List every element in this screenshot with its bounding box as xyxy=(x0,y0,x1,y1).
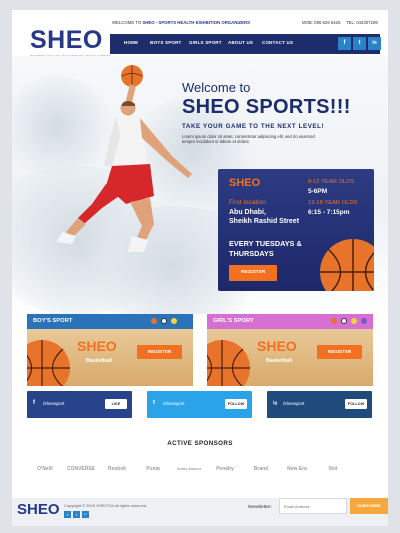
instagram-icon: ig xyxy=(273,400,277,405)
welcome-text: WELCOME TO SHEO - SPORTS HEALTH EXHIBITI… xyxy=(112,20,250,25)
facebook-icon[interactable]: f xyxy=(338,37,351,50)
sport-logo: SHEO xyxy=(77,338,117,354)
boys-sport-card[interactable]: BOY'S SPORT SHEO Basketball REGISTER xyxy=(27,314,193,386)
logo-text: SHEO xyxy=(30,26,103,54)
boys-sport-header: BOY'S SPORT xyxy=(27,314,193,329)
football-icon xyxy=(341,318,347,324)
linkedin-icon[interactable]: in xyxy=(82,511,89,518)
basketball-icon xyxy=(331,318,337,324)
football-icon xyxy=(161,318,167,324)
time-slot-2: 6:15 - 7:15pm xyxy=(308,209,350,216)
sport-label: Basketball xyxy=(86,358,112,364)
twitter-box: t /sheosport FOLLOW xyxy=(147,391,252,418)
schedule-card: SHEO 8-12 YEAR OLDS 5-6PM First location… xyxy=(218,169,374,291)
facebook-handle: /sheosport xyxy=(43,401,65,406)
nav-contact-us[interactable]: CONTACT US xyxy=(262,40,293,45)
facebook-like-button[interactable]: LIKE xyxy=(105,399,127,409)
girls-sport-title: GIRL'S SPORT xyxy=(213,318,254,324)
volleyball-icon xyxy=(351,318,357,324)
age-group-1: 8-12 YEAR OLDS xyxy=(308,179,355,185)
hero-title: SHEO SPORTS!!! xyxy=(182,96,351,118)
girls-sport-card[interactable]: GIRL'S SPORT SHEO Basketball REGISTER xyxy=(207,314,373,386)
sponsor-logo[interactable]: Puma xyxy=(138,462,168,476)
location-city: Abu Dhabi, xyxy=(229,209,266,216)
page: SHEO SPORTS HEALTH EXHIBITION ORGANIZERS… xyxy=(12,10,388,526)
basketball-icon xyxy=(27,340,70,386)
mobile-number: MOB: 055 626 6426 xyxy=(302,20,341,25)
basketball-icon xyxy=(320,239,374,291)
boys-register-button[interactable]: REGISTER xyxy=(137,345,182,359)
twitter-icon: t xyxy=(153,400,155,406)
subscribe-button[interactable]: SUBSCRIBE xyxy=(350,498,388,514)
nav-home[interactable]: HOME xyxy=(124,40,138,45)
facebook-icon[interactable]: f xyxy=(64,511,71,518)
girls-sport-body: SHEO Basketball REGISTER xyxy=(207,329,373,386)
basketball-icon xyxy=(207,340,250,386)
sponsor-logo[interactable]: Penalty xyxy=(210,462,240,476)
welcome-prefix: WELCOME TO xyxy=(112,20,142,25)
instagram-follow-button[interactable]: FOLLOW xyxy=(345,399,367,409)
badminton-icon xyxy=(361,318,367,324)
twitter-handle: /sheosport xyxy=(163,401,185,406)
copyright-text: Copyright © 2015 SHEOTM all rights reser… xyxy=(64,503,147,508)
sport-label: Basketball xyxy=(266,358,292,364)
sport-logo: SHEO xyxy=(257,338,297,354)
sponsor-logo[interactable]: Under Armour xyxy=(174,462,204,476)
hero-subtitle: TAKE YOUR GAME TO THE NEXT LEVEL! xyxy=(182,123,325,130)
sponsor-logo[interactable]: Reebok xyxy=(102,462,132,476)
telephone-number: TEL: 044307199 xyxy=(346,20,378,25)
sponsors-title: ACTIVE SPONSORS xyxy=(167,440,233,447)
footer-logo[interactable]: SHEO xyxy=(17,501,60,518)
sponsor-logo[interactable]: CONVERSE xyxy=(66,462,96,476)
sponsor-logo[interactable]: O'Neill xyxy=(30,462,60,476)
hero-description: Lorem ipsum dolor sit amet, consectetur … xyxy=(182,134,315,144)
welcome-brand: SHEO - SPORTS HEALTH EXHIBITION ORGANIZE… xyxy=(142,20,251,25)
nav-about-us[interactable]: ABOUT US xyxy=(228,40,253,45)
twitter-icon[interactable]: t xyxy=(73,511,80,518)
age-group-2: 13-18 YEAR OLDS xyxy=(308,200,358,206)
sponsor-logo[interactable]: Brand xyxy=(246,462,276,476)
footer: SHEO Copyright © 2015 SHEOTM all rights … xyxy=(12,498,388,526)
instagram-handle: /sheosport xyxy=(283,401,305,406)
girls-sport-header: GIRL'S SPORT xyxy=(207,314,373,329)
basketball-icon xyxy=(151,318,157,324)
site-logo[interactable]: SHEO SPORTS HEALTH EXHIBITION ORGANIZERS xyxy=(30,26,111,60)
location-label: First location xyxy=(229,199,266,206)
nav-girls-sport[interactable]: GIRLS SPORT xyxy=(189,40,222,45)
card-logo: SHEO xyxy=(229,177,261,189)
newsletter-email-input[interactable] xyxy=(279,498,347,514)
sponsor-logo[interactable]: New Era xyxy=(282,462,312,476)
nav-boys-sport[interactable]: BOYS SPORT xyxy=(150,40,182,45)
volleyball-icon xyxy=(171,318,177,324)
girls-register-button[interactable]: REGISTER xyxy=(317,345,362,359)
main-nav: HOME BOYS SPORT GIRLS SPORT ABOUT US CON… xyxy=(110,34,381,54)
register-button[interactable]: REGISTER xyxy=(229,265,277,281)
twitter-icon[interactable]: t xyxy=(353,37,366,50)
instagram-box: ig /sheosport FOLLOW xyxy=(267,391,372,418)
facebook-box: f /sheosport LIKE xyxy=(27,391,132,418)
schedule-days: THURSDAYS xyxy=(229,249,274,258)
schedule-days: EVERY TUESDAYS & xyxy=(229,239,302,248)
linkedin-icon[interactable]: in xyxy=(368,37,381,50)
boys-sport-title: BOY'S SPORT xyxy=(33,318,73,324)
hero-welcome: Welcome to xyxy=(182,80,251,95)
facebook-icon: f xyxy=(33,400,35,406)
boys-sport-body: SHEO Basketball REGISTER xyxy=(27,329,193,386)
hero-section: Welcome to SHEO SPORTS!!! TAKE YOUR GAME… xyxy=(12,56,388,314)
newsletter-label: Newsletter: xyxy=(248,505,272,510)
location-street: Sheikh Rashid Street xyxy=(229,218,300,225)
time-slot-1: 5-6PM xyxy=(308,188,328,195)
twitter-follow-button[interactable]: FOLLOW xyxy=(225,399,247,409)
sponsor-logo[interactable]: Voit xyxy=(318,462,348,476)
hero-description-line: tempor incididunt ut labore et dolore. xyxy=(182,139,250,144)
